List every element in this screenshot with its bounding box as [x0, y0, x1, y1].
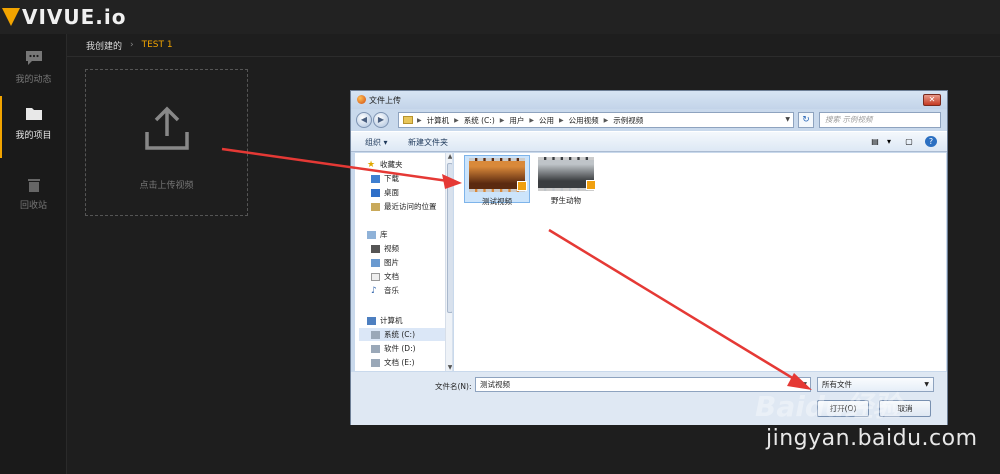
annotation-arrow: [548, 228, 800, 384]
app-window: VIVUE.io 我的动态 我的项目 回收站 我创建的 › TEST 1 点击上…: [0, 0, 1000, 474]
watermark-url: jingyan.baidu.com: [766, 426, 978, 451]
watermark-logo: Baidu经验: [755, 390, 901, 423]
arrowhead-icon: [442, 174, 462, 189]
annotation-arrow: [221, 147, 449, 183]
